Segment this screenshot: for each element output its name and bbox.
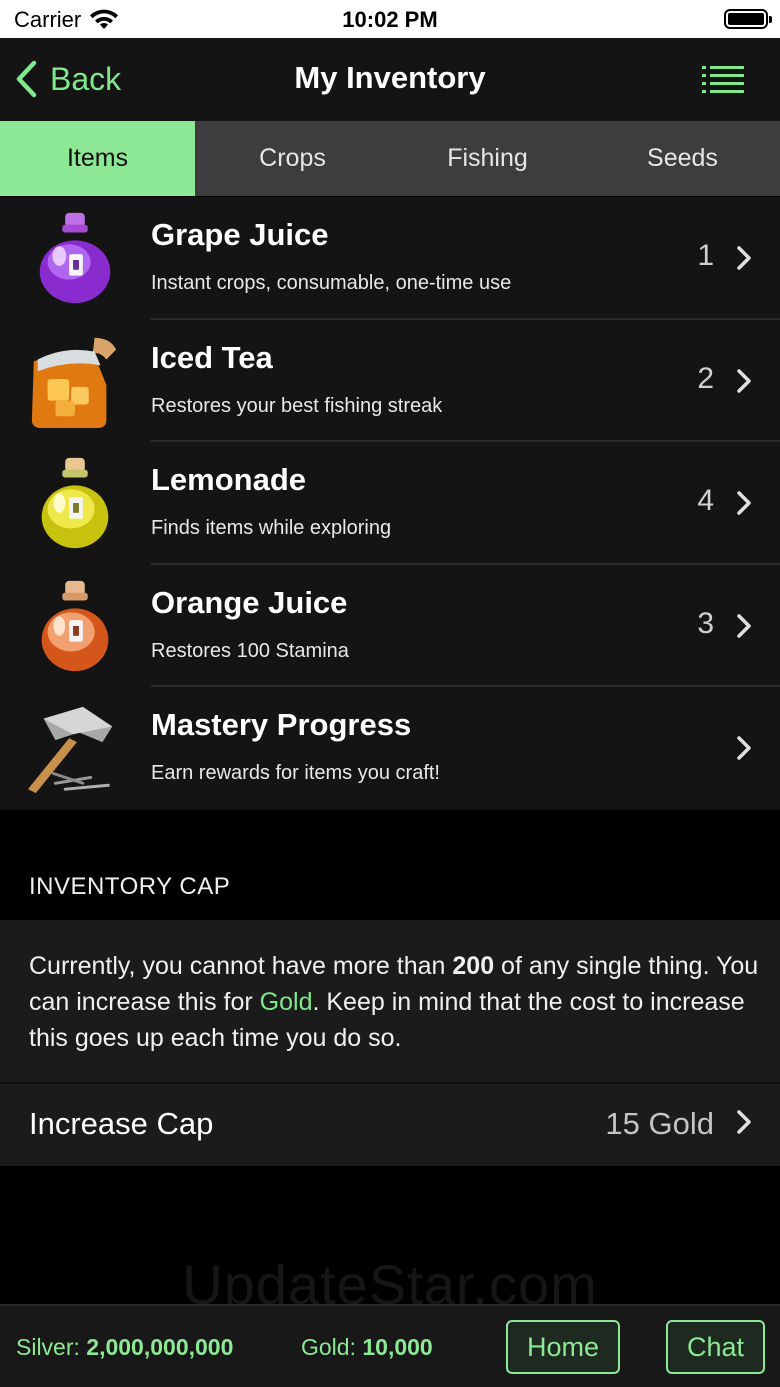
category-tabs: Items Crops Fishing Seeds (0, 121, 780, 196)
increase-cap-label: Increase Cap (29, 1106, 214, 1141)
iced-tea-jug-icon (31, 337, 117, 428)
gold-balance: Gold: 10,000 (301, 1334, 433, 1360)
inventory-list: Grape Juice Instant crops, consumable, o… (0, 197, 780, 810)
menu-button[interactable] (702, 66, 744, 99)
chevron-right-icon (737, 1110, 751, 1134)
item-title: Mastery Progress (151, 707, 412, 743)
silver-balance: Silver: 2,000,000,000 (16, 1334, 234, 1360)
chat-button[interactable]: Chat (666, 1320, 765, 1374)
status-bar: Carrier 10:02 PM (0, 0, 780, 38)
silver-value: 2,000,000,000 (86, 1334, 234, 1360)
inventory-cap-description: Currently, you cannot have more than 200… (29, 952, 759, 1052)
item-description: Earn rewards for items you craft! (151, 762, 440, 785)
lemonade-potion-icon (41, 458, 109, 549)
item-count: 2 (697, 361, 714, 395)
battery-icon (724, 9, 772, 29)
navigation-bar: Back My Inventory (0, 38, 780, 121)
inventory-cap-header: INVENTORY CAP (29, 873, 231, 900)
tab-crops[interactable]: Crops (195, 121, 390, 196)
list-item-grape-juice[interactable]: Grape Juice Instant crops, consumable, o… (0, 197, 780, 320)
item-title: Orange Juice (151, 584, 348, 620)
home-button[interactable]: Home (506, 1320, 620, 1374)
chevron-right-icon (737, 736, 751, 761)
list-menu-icon (702, 66, 744, 93)
chevron-right-icon (737, 614, 751, 638)
cap-amount: 200 (452, 952, 495, 980)
item-description: Restores 100 Stamina (151, 639, 349, 662)
tab-items[interactable]: Items (0, 121, 195, 196)
list-item-iced-tea[interactable]: Iced Tea Restores your best fishing stre… (0, 320, 780, 443)
gold-value: 10,000 (362, 1334, 433, 1360)
page-title: My Inventory (294, 60, 486, 95)
tab-seeds[interactable]: Seeds (585, 121, 780, 196)
inventory-cap-card: Currently, you cannot have more than 200… (0, 920, 780, 1166)
item-count: 1 (697, 239, 714, 272)
currency-footer: Silver: 2,000,000,000 Gold: 10,000 Home … (0, 1304, 780, 1387)
list-item-orange-juice[interactable]: Orange Juice Restores 100 Stamina 3 (0, 565, 780, 688)
chevron-right-icon (737, 491, 751, 515)
list-item-mastery-progress[interactable]: Mastery Progress Earn rewards for items … (0, 687, 780, 810)
chevron-right-icon (737, 246, 751, 270)
increase-cap-row[interactable]: Increase Cap 15 Gold (0, 1084, 780, 1166)
item-count: 3 (697, 606, 714, 640)
hammer-nails-icon (27, 707, 113, 794)
list-item-lemonade[interactable]: Lemonade Finds items while exploring 4 (0, 442, 780, 565)
item-description: Instant crops, consumable, one-time use (151, 272, 512, 294)
status-time: 10:02 PM (342, 7, 438, 32)
orange-juice-potion-icon (41, 580, 109, 671)
item-title: Lemonade (151, 462, 307, 498)
item-description: Finds items while exploring (151, 517, 392, 540)
grape-juice-potion-icon (39, 212, 111, 304)
tab-fishing[interactable]: Fishing (390, 121, 585, 196)
gold-link: Gold (259, 988, 313, 1016)
item-title: Iced Tea (151, 339, 273, 375)
item-title: Grape Juice (151, 217, 329, 252)
item-description: Restores your best fishing streak (151, 394, 443, 417)
chevron-right-icon (737, 368, 751, 393)
increase-cap-cost: 15 Gold (605, 1106, 714, 1141)
item-count: 4 (697, 484, 714, 518)
